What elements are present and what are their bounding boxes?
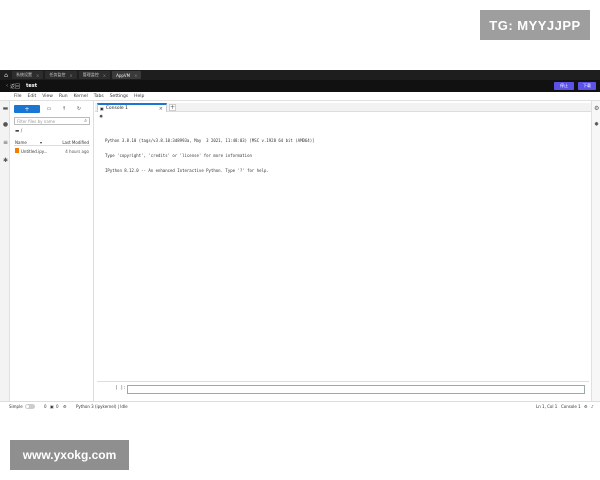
menubar: File Edit View Run Kernel Tabs Settings … [0,92,600,101]
running-icon[interactable]: ● [2,121,9,128]
puzzle-icon[interactable]: ✱ [2,157,9,164]
browser-tab-2[interactable]: 管理监控 × [78,71,111,79]
terminal-icon[interactable]: ▣ [50,404,54,409]
terminal-count: 0 [44,404,47,409]
kernel-gear-icon[interactable]: ⚙ [63,404,67,409]
secondary-button[interactable]: 下载 [578,82,596,90]
console-output: Python 3.8.10 (tags/v3.8.10:3d8993a, May… [105,128,575,183]
sort-chevron-icon[interactable]: ▾ [40,140,42,145]
main-area: ▣ Console 1 × + ✸ Python 3.8.10 (tags/v3… [95,101,591,401]
menu-kernel[interactable]: Kernel [74,94,88,99]
simple-mode-label: Simple [9,404,23,409]
column-modified[interactable]: Last Modified [62,140,89,145]
add-tab-button[interactable]: + [169,104,176,111]
upload-icon[interactable]: ↑ [58,105,70,113]
watermark-bottom: www.yxokg.com [10,440,129,470]
left-sidebar-rail: ▬ ● ≡ ✱ [0,101,10,401]
tab-label: AppVM [116,72,131,78]
back-label: 返回 [10,83,21,90]
search-placeholder: Filter files by name [17,118,56,124]
menu-settings[interactable]: Settings [110,94,128,99]
breadcrumb[interactable]: ▬ / [15,129,22,134]
kernel-status[interactable]: Python 3 (ipykernel) | Idle [76,404,128,409]
watermark-top: TG: MYYJJPP [480,10,590,40]
folder-icon[interactable]: ▬ [2,105,9,112]
console-tab[interactable]: ▣ Console 1 × [97,103,167,112]
close-icon[interactable]: × [159,106,163,112]
console-name: Console 1 [561,404,581,409]
menu-tabs[interactable]: Tabs [94,94,104,99]
tab-label: 系统设置 [16,72,32,77]
tab-label: 管理监控 [82,72,99,77]
menu-help[interactable]: Help [134,94,144,99]
statusbar: Simple 0 ▣ 0 ⚙ Python 3 (ipykernel) | Id… [0,401,600,410]
browser-tab-0[interactable]: 系统设置 × [12,71,44,79]
back-button[interactable]: ‹ 返回 [6,83,20,90]
simple-mode-toggle[interactable] [25,404,35,409]
app-window: ⌂ 系统设置 × 任务监控 × 管理监控 × AppVM × ‹ 返回 test 停止 下… [0,70,600,410]
notebook-icon [15,148,19,153]
new-folder-icon[interactable]: ▭ [43,105,55,113]
console-line: Type 'copyright', 'credits' or 'license'… [105,153,252,158]
breadcrumb-path: / [20,129,23,134]
kernel-count: 0 [56,404,59,409]
file-list-header: Name ▾ Last Modified [14,139,90,146]
menu-view[interactable]: View [42,94,53,99]
menu-edit[interactable]: Edit [28,94,37,99]
browser-tab-3[interactable]: AppVM × [112,71,142,79]
settings-icon[interactable]: ⚙ [584,404,588,409]
file-search-input[interactable]: Filter files by name ⌕ [14,117,90,125]
gear-icon[interactable]: ⚙ [594,105,599,112]
console-line: Python 3.8.10 (tags/v3.8.10:3d8993a, May… [105,138,315,143]
right-sidebar-rail: ⚙ ✸ [591,101,600,401]
menu-run[interactable]: Run [59,94,68,99]
console-tab-label: Console 1 [105,106,128,111]
refresh-icon[interactable]: ↻ [73,105,85,113]
chevron-left-icon: ‹ [6,83,8,89]
bug-icon[interactable]: ✸ [99,114,103,120]
project-title: test [26,83,38,89]
tab-label: 任务监控 [49,72,66,77]
search-icon: ⌕ [84,118,87,124]
close-icon[interactable]: × [134,73,137,78]
file-modified: 4 hours ago [65,149,89,154]
input-prompt: [ ]: [115,386,126,391]
cursor-position: Ln 1, Col 1 [536,404,558,409]
new-launcher-button[interactable]: + [14,105,40,113]
console-tab-icon: ▣ [100,106,104,111]
console-line: IPython 8.12.0 -- An enhanced Interactiv… [105,168,269,173]
menu-file[interactable]: File [14,94,22,99]
debugger-icon[interactable]: ✸ [594,121,599,128]
close-icon[interactable]: × [69,73,72,78]
document-tabbar: ▣ Console 1 × + [95,103,591,112]
close-icon[interactable]: × [36,73,39,78]
browser-tab-1[interactable]: 任务监控 × [45,71,77,79]
console-input-area: [ ]: [97,381,589,395]
file-browser: + ▭ ↑ ↻ Filter files by name ⌕ ▬ / Name … [10,101,94,401]
bell-icon[interactable]: ♪ [591,404,594,409]
home-icon[interactable]: ⌂ [0,70,12,80]
titlebar: ‹ 返回 test 停止 下载 [0,80,600,92]
file-row[interactable]: Untitled.ipy... 4 hours ago [14,147,90,155]
list-icon[interactable]: ≡ [2,139,9,146]
close-icon[interactable]: × [103,73,106,78]
browser-tabbar: ⌂ 系统设置 × 任务监控 × 管理监控 × AppVM × [0,70,600,80]
console-input[interactable] [127,385,585,394]
primary-button[interactable]: 停止 [554,82,574,90]
file-name: Untitled.ipy... [21,149,48,154]
file-toolbar: + ▭ ↑ ↻ [14,105,85,113]
column-name[interactable]: Name [15,140,27,145]
